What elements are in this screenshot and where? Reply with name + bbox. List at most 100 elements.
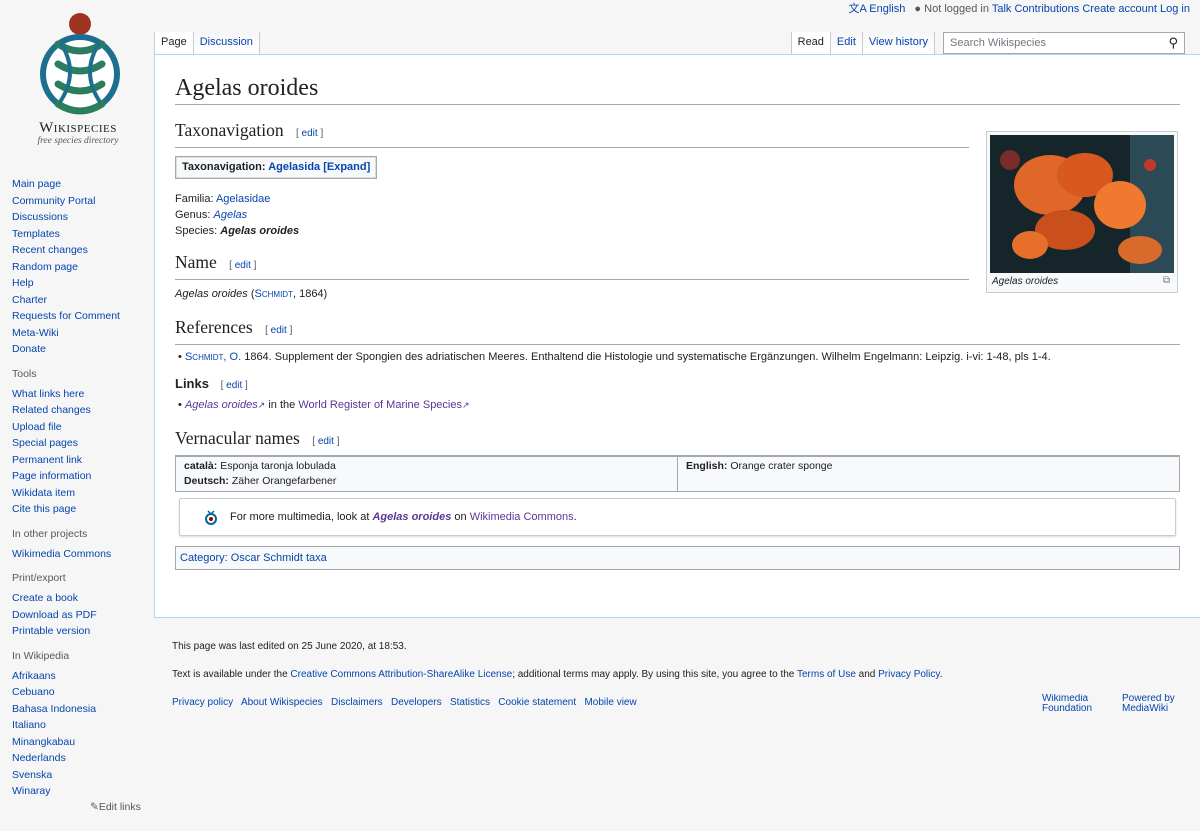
contributions-link[interactable]: Contributions — [1014, 3, 1079, 15]
sidebar-item-printable-version[interactable]: Printable version — [12, 625, 90, 637]
language-item[interactable]: Bahasa Indonesia — [12, 703, 96, 715]
personal-tools: 文A English ● Not logged in Talk Contribu… — [842, 0, 1190, 15]
language-selector[interactable]: 文A English — [848, 3, 905, 15]
footer-mobile-view[interactable]: Mobile view — [584, 697, 636, 708]
footer-cookie-statement[interactable]: Cookie statement — [498, 697, 576, 708]
wikispecies-logo[interactable]: Wikispecies free species directory — [8, 12, 148, 152]
sidebar-item-permanent-link[interactable]: Permanent link — [12, 454, 82, 466]
worms-species-link[interactable]: Agelas oroides — [185, 399, 258, 411]
tab-view-history[interactable]: View history — [862, 32, 935, 54]
vernacular-table: català: Esponja taronja lobulada Deutsch… — [175, 456, 1180, 492]
terms-link[interactable]: Terms of Use — [797, 669, 856, 680]
sidebar-item-what-links-here[interactable]: What links here — [12, 388, 84, 400]
not-logged-in: ● Not logged in — [914, 3, 989, 15]
language-item[interactable]: Winaray — [12, 785, 51, 797]
magnify-icon[interactable]: ⧉ — [1163, 275, 1170, 286]
sidebar-item-meta-wiki[interactable]: Meta-Wiki — [12, 327, 59, 339]
create-account-link[interactable]: Create account — [1082, 3, 1157, 15]
sponge-photo-graphic — [990, 135, 1174, 273]
sidebar-item-charter[interactable]: Charter — [12, 294, 47, 306]
sidebar-item-main-page[interactable]: Main page — [12, 178, 61, 190]
footer-privacy-policy[interactable]: Privacy policy — [172, 697, 233, 708]
footer-icons: Wikimedia Foundation Powered by MediaWik… — [1042, 694, 1182, 714]
footer-disclaimers[interactable]: Disclaimers — [331, 697, 383, 708]
sidebar-item-cite-this-page[interactable]: Cite this page — [12, 503, 76, 515]
external-link-icon: ↗ — [462, 400, 470, 410]
print-export-heading: Print/export — [12, 572, 66, 584]
sidebar-item-page-information[interactable]: Page information — [12, 470, 91, 482]
sidebar-item-recent-changes[interactable]: Recent changes — [12, 244, 88, 256]
language-item[interactable]: Svenska — [12, 769, 52, 781]
sidebar-item-related-changes[interactable]: Related changes — [12, 404, 91, 416]
edit-links-button[interactable]: ✎Edit links — [90, 800, 152, 814]
footer: This page was last edited on 25 June 202… — [172, 640, 1182, 724]
language-link[interactable]: English — [869, 3, 905, 15]
tab-edit[interactable]: Edit — [830, 32, 863, 54]
sidebar-item-community-portal[interactable]: Community Portal — [12, 195, 95, 207]
sidebar-item-help[interactable]: Help — [12, 277, 34, 289]
sidebar-item-wikimedia-commons[interactable]: Wikimedia Commons — [12, 548, 111, 560]
taxonavigation-box: Taxonavigation: Agelasida [Expand] — [175, 156, 378, 179]
namespace-tabs: Page Discussion — [154, 32, 260, 54]
language-item[interactable]: Nederlands — [12, 752, 66, 764]
sidebar-item-special-pages[interactable]: Special pages — [12, 437, 78, 449]
sidebar-languages: In Wikipedia Afrikaans Cebuano Bahasa In… — [0, 650, 152, 814]
vernacular-cell: català: Esponja taronja lobulada Deutsch… — [175, 456, 678, 492]
sidebar-item-wikidata-item[interactable]: Wikidata item — [12, 487, 75, 499]
language-item[interactable]: Italiano — [12, 719, 46, 731]
log-in-link[interactable]: Log in — [1160, 3, 1190, 15]
license-link[interactable]: Creative Commons Attribution-ShareAlike … — [290, 669, 512, 680]
view-tabs: Read Edit View history ⚲ — [790, 32, 1185, 54]
reference-item: • Schmidt, O. 1864. Supplement der Spong… — [175, 351, 1051, 363]
species-photo[interactable] — [990, 135, 1174, 273]
expand-button[interactable]: [Expand] — [323, 161, 370, 173]
license-text: Text is available under the Creative Com… — [172, 669, 943, 680]
name-heading: Name [ edit ] — [175, 251, 969, 280]
language-item[interactable]: Cebuano — [12, 686, 55, 698]
sidebar-item-create-a-book[interactable]: Create a book — [12, 592, 78, 604]
agelasida-link[interactable]: Agelasida — [268, 161, 320, 173]
vernacular-entry: English: Orange crater sponge — [686, 460, 833, 472]
search-input[interactable] — [950, 37, 1169, 49]
tab-page[interactable]: Page — [154, 32, 194, 54]
links-heading: Links [ edit ] — [175, 376, 248, 391]
vernacular-entry: Deutsch: Zäher Orangefarbener — [184, 475, 337, 487]
sidebar-item-discussions[interactable]: Discussions — [12, 211, 68, 223]
wikimedia-commons-link[interactable]: Wikimedia Commons — [470, 511, 574, 523]
category-label-link[interactable]: Category: — [180, 552, 228, 564]
genus-link[interactable]: Agelas — [214, 209, 248, 221]
other-projects-heading: In other projects — [12, 527, 88, 540]
edit-section-link: [ edit ] — [220, 380, 248, 391]
footer-about[interactable]: About Wikispecies — [241, 697, 323, 708]
sidebar-item-random-page[interactable]: Random page — [12, 261, 78, 273]
tab-read[interactable]: Read — [790, 32, 831, 54]
sidebar-tools: Tools What links here Related changes Up… — [0, 368, 152, 518]
ref-author-link[interactable]: Schmidt, O. — [185, 351, 241, 363]
sidebar-item-upload-file[interactable]: Upload file — [12, 421, 62, 433]
languages-heading: In Wikipedia — [12, 649, 70, 662]
wikimedia-foundation-icon[interactable]: Wikimedia Foundation — [1042, 694, 1102, 714]
language-item[interactable]: Minangkabau — [12, 736, 75, 748]
privacy-policy-link[interactable]: Privacy Policy — [878, 669, 940, 680]
edit-section-link: [ edit ] — [229, 260, 257, 271]
sidebar-other-projects: In other projects Wikimedia Commons — [0, 528, 152, 563]
sidebar-item-templates[interactable]: Templates — [12, 228, 60, 240]
thumbnail-caption: Agelas oroides ⧉ — [992, 275, 1170, 287]
category-link[interactable]: Oscar Schmidt taxa — [231, 552, 327, 564]
sidebar-item-download-pdf[interactable]: Download as PDF — [12, 609, 97, 621]
sidebar-item-donate[interactable]: Donate — [12, 343, 46, 355]
footer-developers[interactable]: Developers — [391, 697, 442, 708]
commons-icon — [205, 510, 217, 525]
footer-statistics[interactable]: Statistics — [450, 697, 490, 708]
language-item[interactable]: Afrikaans — [12, 670, 56, 682]
schmidt-link[interactable]: Schmidt — [255, 288, 293, 300]
search-icon[interactable]: ⚲ — [1168, 35, 1178, 51]
commons-species-link[interactable]: Agelas oroides — [372, 511, 451, 523]
powered-by-mediawiki-icon[interactable]: Powered by MediaWiki — [1122, 694, 1182, 714]
logo-wordmark: Wikispecies — [39, 120, 117, 136]
tab-discussion[interactable]: Discussion — [193, 32, 260, 54]
familia-link[interactable]: Agelasidae — [216, 193, 270, 205]
sidebar-item-requests-for-comment[interactable]: Requests for Comment — [12, 310, 120, 322]
talk-link[interactable]: Talk — [992, 3, 1012, 15]
worms-link[interactable]: World Register of Marine Species — [298, 399, 462, 411]
